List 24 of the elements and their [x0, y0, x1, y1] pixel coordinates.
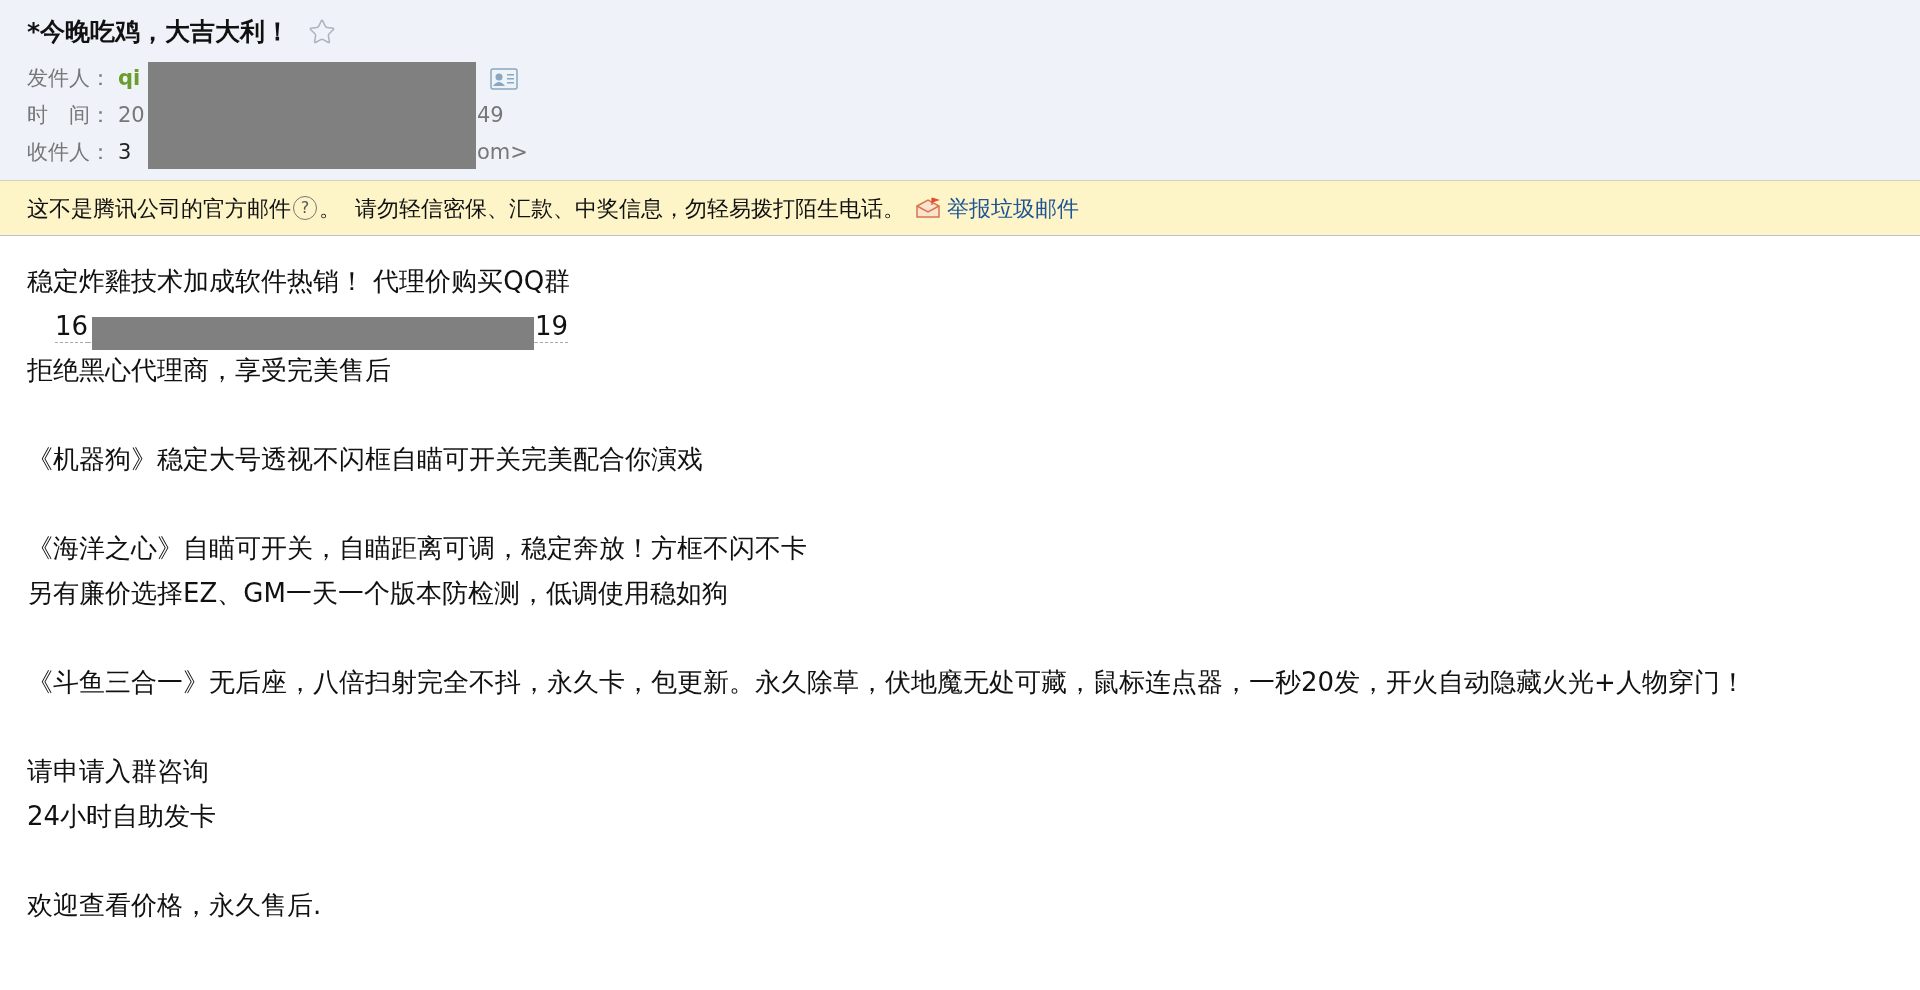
contact-card-icon[interactable]	[490, 67, 518, 90]
body-text: 24小时自助发卡	[27, 800, 218, 833]
field-label: 发件人：	[27, 64, 112, 92]
body-text: 《机器狗》稳定大号透视不闪框自瞄可开关完美配合你演戏	[27, 443, 704, 476]
field-value: 49	[477, 101, 504, 129]
email-subject: *今晚吃鸡，大吉大利！	[27, 16, 291, 49]
body-text: 稳定炸雞技术加成软件热销！ 代理价购买QQ群	[27, 265, 572, 298]
report-spam-link[interactable]: 举报垃圾邮件	[947, 191, 1079, 225]
body-text: 《海洋之心》自瞄可开关，自瞄距离可调，稳定奔放！方框不闪不卡	[27, 532, 808, 565]
field-label: 收件人：	[27, 138, 112, 166]
qq-number-link[interactable]: 16	[55, 309, 89, 343]
body-text: 《斗鱼三合一》无后座，八倍扫射完全不抖，永久卡，包更新。永久除草，伏地魔无处可藏，鼠标连点器，一秒20发，开火自动隐藏火光+人物穿门！	[27, 666, 1747, 699]
field-value: 3	[118, 138, 132, 166]
warning-text: 这不是腾讯公司的官方邮件	[27, 194, 291, 223]
body-text: 拒绝黑心代理商，享受完美售后	[27, 354, 392, 387]
field-label: 时 间：	[27, 101, 112, 129]
envelope-flag-icon	[915, 197, 941, 219]
field-value: 20	[118, 101, 145, 129]
warning-text: 。 请勿轻信密保、汇款、中奖信息，勿轻易拨打陌生电话。	[319, 194, 905, 223]
field-value: om>	[477, 138, 528, 166]
body-text: 欢迎查看价格，永久售后.	[27, 889, 323, 922]
body-text: 另有廉价选择EZ、GM一天一个版本防检测，低调使用稳如狗	[27, 577, 729, 610]
body-text: 请申请入群咨询	[27, 755, 210, 788]
star-icon[interactable]	[308, 18, 337, 46]
